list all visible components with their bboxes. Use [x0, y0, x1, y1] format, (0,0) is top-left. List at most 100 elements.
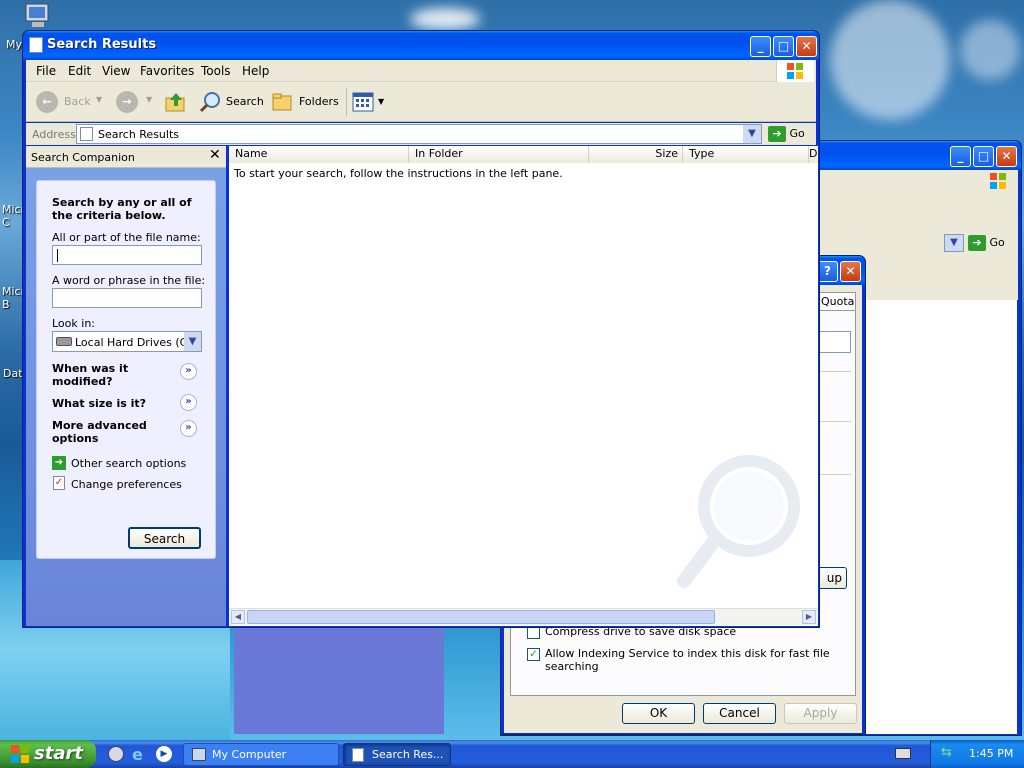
scroll-left-button[interactable]: ◀: [231, 610, 245, 624]
forward-button[interactable]: → ▼: [114, 90, 154, 114]
modified-label[interactable]: When was it modified?: [52, 362, 172, 388]
maximize-button[interactable]: □: [773, 36, 794, 57]
views-button[interactable]: ▼: [352, 90, 386, 114]
chevron-down-icon[interactable]: »: [180, 394, 197, 411]
scroll-right-button[interactable]: ▶: [802, 610, 816, 624]
help-button[interactable]: ?: [817, 261, 838, 282]
search-document-icon: [29, 37, 43, 53]
tab-quota[interactable]: Quota: [816, 292, 856, 310]
horizontal-scrollbar[interactable]: ◀ ▶: [229, 608, 818, 625]
clock[interactable]: 1:45 PM: [969, 747, 1013, 760]
cancel-button[interactable]: Cancel: [703, 703, 776, 724]
indexing-checkbox[interactable]: ✓: [527, 648, 540, 661]
results-message: To start your search, follow the instruc…: [234, 167, 563, 180]
desktop-icon-label[interactable]: Micro C: [2, 203, 32, 229]
preferences-link[interactable]: Change preferences: [71, 478, 182, 491]
close-companion-icon[interactable]: ✕: [209, 147, 221, 163]
window-title: Search Results: [47, 37, 157, 52]
column-name[interactable]: Name: [229, 146, 409, 163]
advanced-options-label[interactable]: More advanced options: [52, 419, 162, 445]
window-titlebar[interactable]: Search Results _ □ ✕: [23, 31, 819, 60]
computer-icon: [192, 748, 206, 761]
phrase-label: A word or phrase in the file:: [52, 274, 206, 287]
scroll-thumb[interactable]: [247, 610, 715, 624]
lookin-label: Look in:: [52, 317, 95, 330]
taskbar: start e ▶ My Computer Search Res... ⇆ 1:…: [0, 740, 1024, 768]
minimize-button[interactable]: _: [950, 146, 971, 167]
lookin-select[interactable]: Local Hard Drives (C:) ▼: [52, 331, 202, 352]
back-button[interactable]: ← Back ▼: [34, 90, 104, 114]
start-button[interactable]: start: [0, 740, 96, 768]
desktop-icon-label[interactable]: Micro B: [2, 285, 32, 311]
search-results-icon: [80, 127, 93, 141]
filename-input[interactable]: [52, 245, 202, 265]
views-dropdown-icon: ▼: [378, 97, 385, 106]
quick-launch-media-icon[interactable]: [108, 746, 124, 762]
folders-label: Folders: [299, 95, 339, 108]
my-computer-desktop-icon[interactable]: [22, 2, 54, 30]
windows-flag-icon: [11, 745, 29, 763]
filename-label: All or part of the file name:: [52, 231, 201, 244]
go-button[interactable]: ➔ Go: [768, 124, 814, 144]
column-size[interactable]: Size: [589, 146, 683, 163]
internet-explorer-icon[interactable]: e: [132, 745, 143, 764]
lookin-dropdown-button[interactable]: ▼: [184, 332, 201, 351]
apply-button[interactable]: Apply: [784, 703, 857, 724]
menu-file[interactable]: File: [36, 64, 56, 78]
search-icon: [199, 92, 220, 113]
go-label: Go: [789, 127, 805, 140]
folders-icon: [272, 93, 292, 111]
menu-favorites[interactable]: Favorites: [140, 64, 194, 78]
taskbar-item-my-computer[interactable]: My Computer: [183, 743, 339, 766]
taskbar-item-search-results[interactable]: Search Res...: [343, 743, 451, 766]
start-label: start: [34, 743, 83, 764]
column-type[interactable]: Type: [683, 146, 809, 163]
column-date[interactable]: D: [809, 146, 818, 163]
menu-tools[interactable]: Tools: [201, 64, 231, 78]
address-value: Search Results: [98, 128, 180, 141]
taskbar-item-label: Search Res...: [372, 748, 444, 761]
close-button[interactable]: ✕: [796, 36, 817, 57]
up-folder-button[interactable]: [164, 90, 188, 114]
taskbar-item-label: My Computer: [212, 748, 287, 761]
forward-arrow-icon: →: [116, 91, 138, 113]
other-options-link[interactable]: Other search options: [71, 457, 186, 470]
ok-button[interactable]: OK: [622, 703, 695, 724]
search-button[interactable]: Search: [198, 90, 266, 114]
go-label: Go: [989, 236, 1005, 249]
back-arrow-icon: ←: [36, 91, 58, 113]
search-companion-pane: Search Companion ✕ Search by any or all …: [26, 146, 226, 626]
chevron-down-icon[interactable]: »: [180, 363, 197, 380]
size-label[interactable]: What size is it?: [52, 397, 146, 410]
column-in-folder[interactable]: In Folder: [409, 146, 589, 163]
close-button[interactable]: ✕: [996, 146, 1017, 167]
keyboard-icon[interactable]: [895, 748, 911, 759]
maximize-button[interactable]: □: [973, 146, 994, 167]
desktop-icon-label[interactable]: My: [6, 38, 22, 51]
close-button[interactable]: ✕: [840, 261, 861, 282]
menu-help[interactable]: Help: [242, 64, 269, 78]
computer-icon: [25, 3, 49, 27]
address-dropdown-button[interactable]: ▼: [944, 234, 964, 252]
views-icon: [352, 92, 374, 112]
menu-edit[interactable]: Edit: [68, 64, 91, 78]
go-button[interactable]: ➔ Go: [968, 234, 1018, 252]
minimize-button[interactable]: _: [750, 36, 771, 57]
media-player-icon[interactable]: ▶: [156, 746, 172, 762]
address-field[interactable]: Search Results ▼: [76, 124, 762, 144]
network-icon[interactable]: ⇆: [941, 745, 957, 761]
indexing-label: Allow Indexing Service to index this dis…: [545, 647, 830, 673]
search-criteria-panel: Search by any or all of the criteria bel…: [36, 180, 216, 559]
back-label: Back: [64, 95, 91, 108]
hard-drive-icon: [56, 337, 72, 346]
address-dropdown-button[interactable]: ▼: [743, 125, 761, 143]
address-bar: Address Search Results ▼ ➔ Go: [26, 123, 816, 145]
search-submit-button[interactable]: Search: [128, 527, 201, 549]
search-results-window[interactable]: Search Results _ □ ✕ File Edit View Favo…: [22, 30, 820, 628]
search-label: Search: [226, 95, 264, 108]
menu-bar: File Edit View Favorites Tools Help: [26, 60, 816, 82]
chevron-down-icon[interactable]: »: [180, 420, 197, 437]
folders-button[interactable]: Folders: [271, 90, 341, 114]
menu-view[interactable]: View: [102, 64, 130, 78]
phrase-input[interactable]: [52, 288, 202, 308]
